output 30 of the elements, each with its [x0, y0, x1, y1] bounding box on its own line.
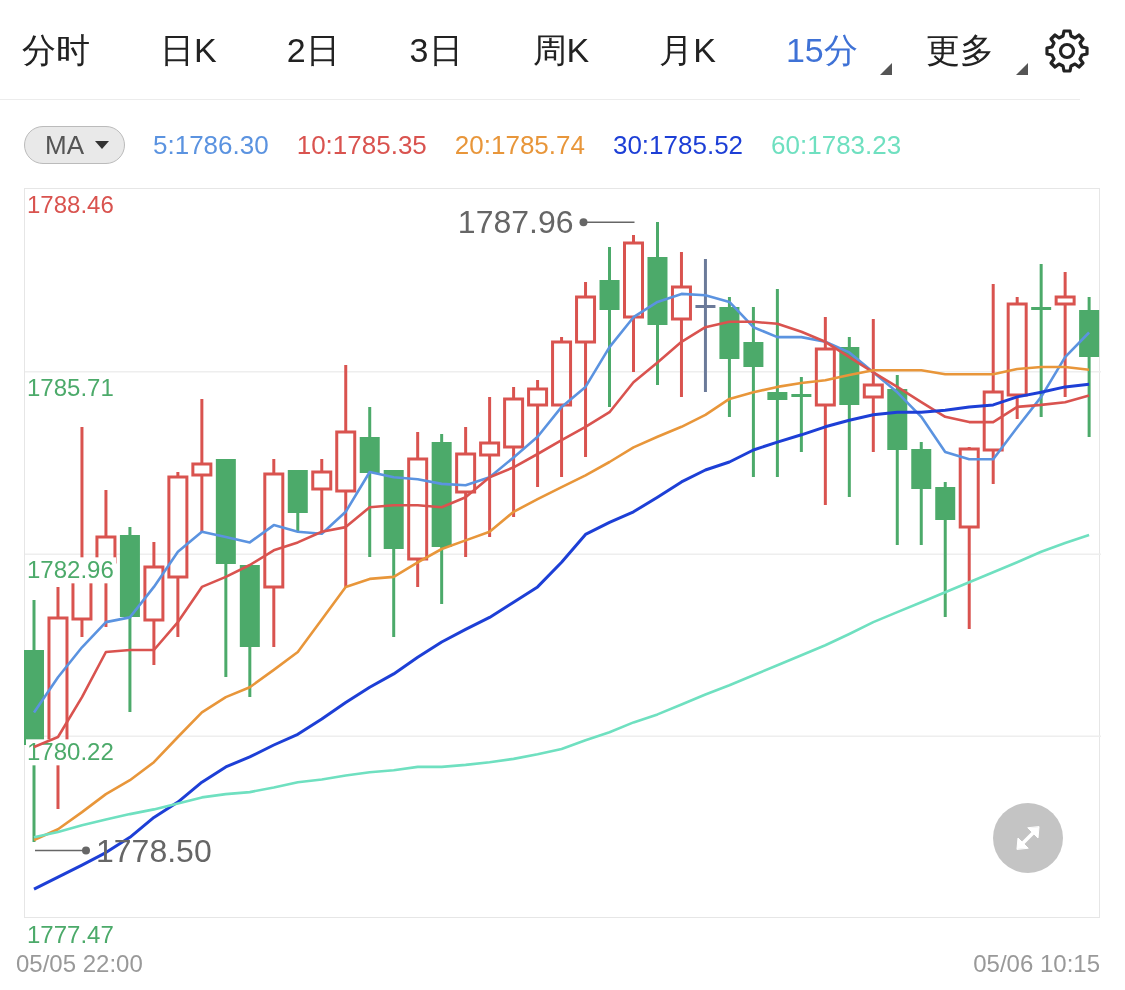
tab[interactable]: 2日: [286, 24, 358, 75]
ma-reading: 5:1786.30: [153, 129, 269, 161]
settings-icon[interactable]: [1044, 28, 1090, 74]
price-annotation: 1787.96: [457, 204, 574, 241]
axis-label: 1780.22: [27, 738, 114, 766]
tab[interactable]: 15分: [785, 24, 892, 75]
tab[interactable]: 周K: [532, 24, 608, 75]
axis-label: 1785.71: [27, 373, 114, 401]
tab[interactable]: 3日: [409, 24, 481, 75]
tab[interactable]: 分时: [22, 24, 108, 75]
axis-label: 1788.46: [27, 191, 114, 218]
ma-reading: 20:1785.74: [454, 129, 585, 161]
ma-reading: 30:1785.52: [612, 129, 744, 161]
ma-reading: 60:1783.23: [771, 129, 902, 161]
tab[interactable]: 更多: [925, 24, 1028, 75]
time-label: 05/05 22:00: [16, 950, 143, 978]
dropdown-corner-icon: [1015, 62, 1028, 75]
indicator-dropdown[interactable]: MA: [24, 126, 125, 164]
leader-line: [34, 846, 90, 855]
leader-line: [579, 218, 636, 227]
axis-label: 1777.47: [27, 921, 114, 948]
dropdown-corner-icon: [879, 62, 892, 75]
tab[interactable]: 月K: [659, 24, 734, 75]
caret-icon: [94, 140, 110, 150]
price-annotation: 1778.50: [96, 832, 212, 869]
ma-reading: 10:1785.35: [296, 129, 427, 161]
tab[interactable]: 日K: [160, 24, 235, 75]
candlestick: [287, 468, 308, 532]
axis-label: 1782.96: [27, 556, 114, 584]
time-label: 05/06 10:15: [973, 950, 1100, 978]
